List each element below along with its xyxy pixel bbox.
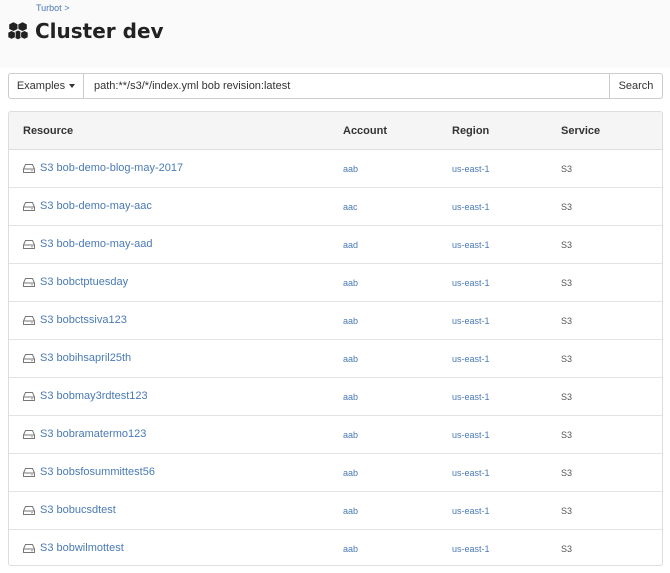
column-header-service[interactable]: Service	[561, 125, 600, 137]
account-link[interactable]: aac	[343, 202, 358, 212]
table-row[interactable]: S3 bobucsdtest aab us-east-1 S3	[9, 492, 662, 530]
table-row[interactable]: S3 bobsfosummittest56 aab us-east-1 S3	[9, 454, 662, 492]
service-cell: S3	[561, 506, 573, 516]
resource-cell[interactable]: S3 bobmay3rdtest123	[23, 390, 148, 402]
service-cell: S3	[561, 240, 573, 250]
region-link[interactable]: us-east-1	[452, 316, 490, 326]
region-link[interactable]: us-east-1	[452, 240, 490, 250]
page-header: Turbot > Cluster dev	[0, 0, 670, 68]
resource-cell[interactable]: S3 bob-demo-blog-may-2017	[23, 162, 183, 174]
region-link[interactable]: us-east-1	[452, 164, 490, 174]
search-input[interactable]	[84, 73, 609, 99]
table-row[interactable]: S3 bob-demo-may-aad aad us-east-1 S3	[9, 226, 662, 264]
resource-link[interactable]: S3 bobctptuesday	[40, 276, 128, 288]
account-link[interactable]: aab	[343, 430, 358, 440]
region-link[interactable]: us-east-1	[452, 354, 490, 364]
breadcrumb-link-turbot[interactable]: Turbot	[36, 3, 62, 13]
hdd-icon	[23, 391, 35, 401]
hdd-icon	[23, 353, 35, 363]
breadcrumb: Turbot >	[36, 3, 69, 13]
cubes-icon	[7, 21, 29, 41]
resource-link[interactable]: S3 bobctssiva123	[40, 314, 127, 326]
account-link[interactable]: aab	[343, 468, 358, 478]
account-link[interactable]: aad	[343, 240, 358, 250]
table-row[interactable]: S3 bobctssiva123 aab us-east-1 S3	[9, 302, 662, 340]
resource-link[interactable]: S3 bob-demo-may-aac	[40, 200, 152, 212]
service-cell: S3	[561, 468, 573, 478]
results-table: Resource Account Region Service S3 bob-d…	[8, 111, 663, 566]
resource-link[interactable]: S3 bob-demo-blog-may-2017	[40, 162, 183, 174]
service-cell: S3	[561, 544, 573, 554]
account-link[interactable]: aab	[343, 316, 358, 326]
title-row: Cluster dev	[7, 19, 164, 43]
resource-cell[interactable]: S3 bobctptuesday	[23, 276, 128, 288]
hdd-icon	[23, 429, 35, 439]
region-link[interactable]: us-east-1	[452, 202, 490, 212]
table-header: Resource Account Region Service	[9, 112, 662, 150]
resource-link[interactable]: S3 bobwilmottest	[40, 542, 124, 554]
table-row[interactable]: S3 bobwilmottest aab us-east-1 S3	[9, 530, 662, 565]
table-body: S3 bob-demo-blog-may-2017 aab us-east-1 …	[9, 150, 662, 565]
resource-cell[interactable]: S3 bobucsdtest	[23, 504, 116, 516]
examples-dropdown-button[interactable]: Examples	[8, 73, 84, 99]
resource-cell[interactable]: S3 bobramatermo123	[23, 428, 146, 440]
column-header-region[interactable]: Region	[452, 125, 489, 137]
hdd-icon	[23, 163, 35, 173]
hdd-icon	[23, 543, 35, 553]
search-button[interactable]: Search	[609, 73, 663, 99]
service-cell: S3	[561, 354, 573, 364]
resource-cell[interactable]: S3 bobctssiva123	[23, 314, 127, 326]
region-link[interactable]: us-east-1	[452, 506, 490, 516]
hdd-icon	[23, 467, 35, 477]
account-link[interactable]: aab	[343, 506, 358, 516]
resource-link[interactable]: S3 bob-demo-may-aad	[40, 238, 153, 250]
column-header-account[interactable]: Account	[343, 125, 387, 137]
account-link[interactable]: aab	[343, 392, 358, 402]
page-title: Cluster dev	[35, 19, 164, 43]
table-row[interactable]: S3 bobihsapril25th aab us-east-1 S3	[9, 340, 662, 378]
service-cell: S3	[561, 278, 573, 288]
examples-label: Examples	[16, 80, 66, 92]
table-row[interactable]: S3 bobctptuesday aab us-east-1 S3	[9, 264, 662, 302]
service-cell: S3	[561, 202, 573, 212]
hdd-icon	[23, 201, 35, 211]
resource-link[interactable]: S3 bobmay3rdtest123	[40, 390, 148, 402]
breadcrumb-separator: >	[64, 3, 70, 13]
caret-down-icon	[69, 84, 76, 88]
resource-cell[interactable]: S3 bobihsapril25th	[23, 352, 131, 364]
account-link[interactable]: aab	[343, 544, 358, 554]
account-link[interactable]: aab	[343, 278, 358, 288]
region-link[interactable]: us-east-1	[452, 430, 490, 440]
resource-cell[interactable]: S3 bob-demo-may-aac	[23, 200, 152, 212]
account-link[interactable]: aab	[343, 164, 358, 174]
hdd-icon	[23, 239, 35, 249]
resource-link[interactable]: S3 bobucsdtest	[40, 504, 116, 516]
region-link[interactable]: us-east-1	[452, 278, 490, 288]
service-cell: S3	[561, 164, 573, 174]
table-row[interactable]: S3 bobmay3rdtest123 aab us-east-1 S3	[9, 378, 662, 416]
region-link[interactable]: us-east-1	[452, 544, 490, 554]
region-link[interactable]: us-east-1	[452, 468, 490, 478]
search-bar: Examples Search	[8, 73, 663, 99]
resource-link[interactable]: S3 bobramatermo123	[40, 428, 146, 440]
service-cell: S3	[561, 430, 573, 440]
table-row[interactable]: S3 bobramatermo123 aab us-east-1 S3	[9, 416, 662, 454]
resource-cell[interactable]: S3 bobwilmottest	[23, 542, 124, 554]
account-link[interactable]: aab	[343, 354, 358, 364]
region-link[interactable]: us-east-1	[452, 392, 490, 402]
hdd-icon	[23, 505, 35, 515]
table-row[interactable]: S3 bob-demo-may-aac aac us-east-1 S3	[9, 188, 662, 226]
service-cell: S3	[561, 392, 573, 402]
hdd-icon	[23, 277, 35, 287]
resource-cell[interactable]: S3 bob-demo-may-aad	[23, 238, 153, 250]
resource-cell[interactable]: S3 bobsfosummittest56	[23, 466, 155, 478]
service-cell: S3	[561, 316, 573, 326]
resource-link[interactable]: S3 bobihsapril25th	[40, 352, 131, 364]
table-row[interactable]: S3 bob-demo-blog-may-2017 aab us-east-1 …	[9, 150, 662, 188]
resource-link[interactable]: S3 bobsfosummittest56	[40, 466, 155, 478]
column-header-resource[interactable]: Resource	[23, 125, 73, 137]
hdd-icon	[23, 315, 35, 325]
